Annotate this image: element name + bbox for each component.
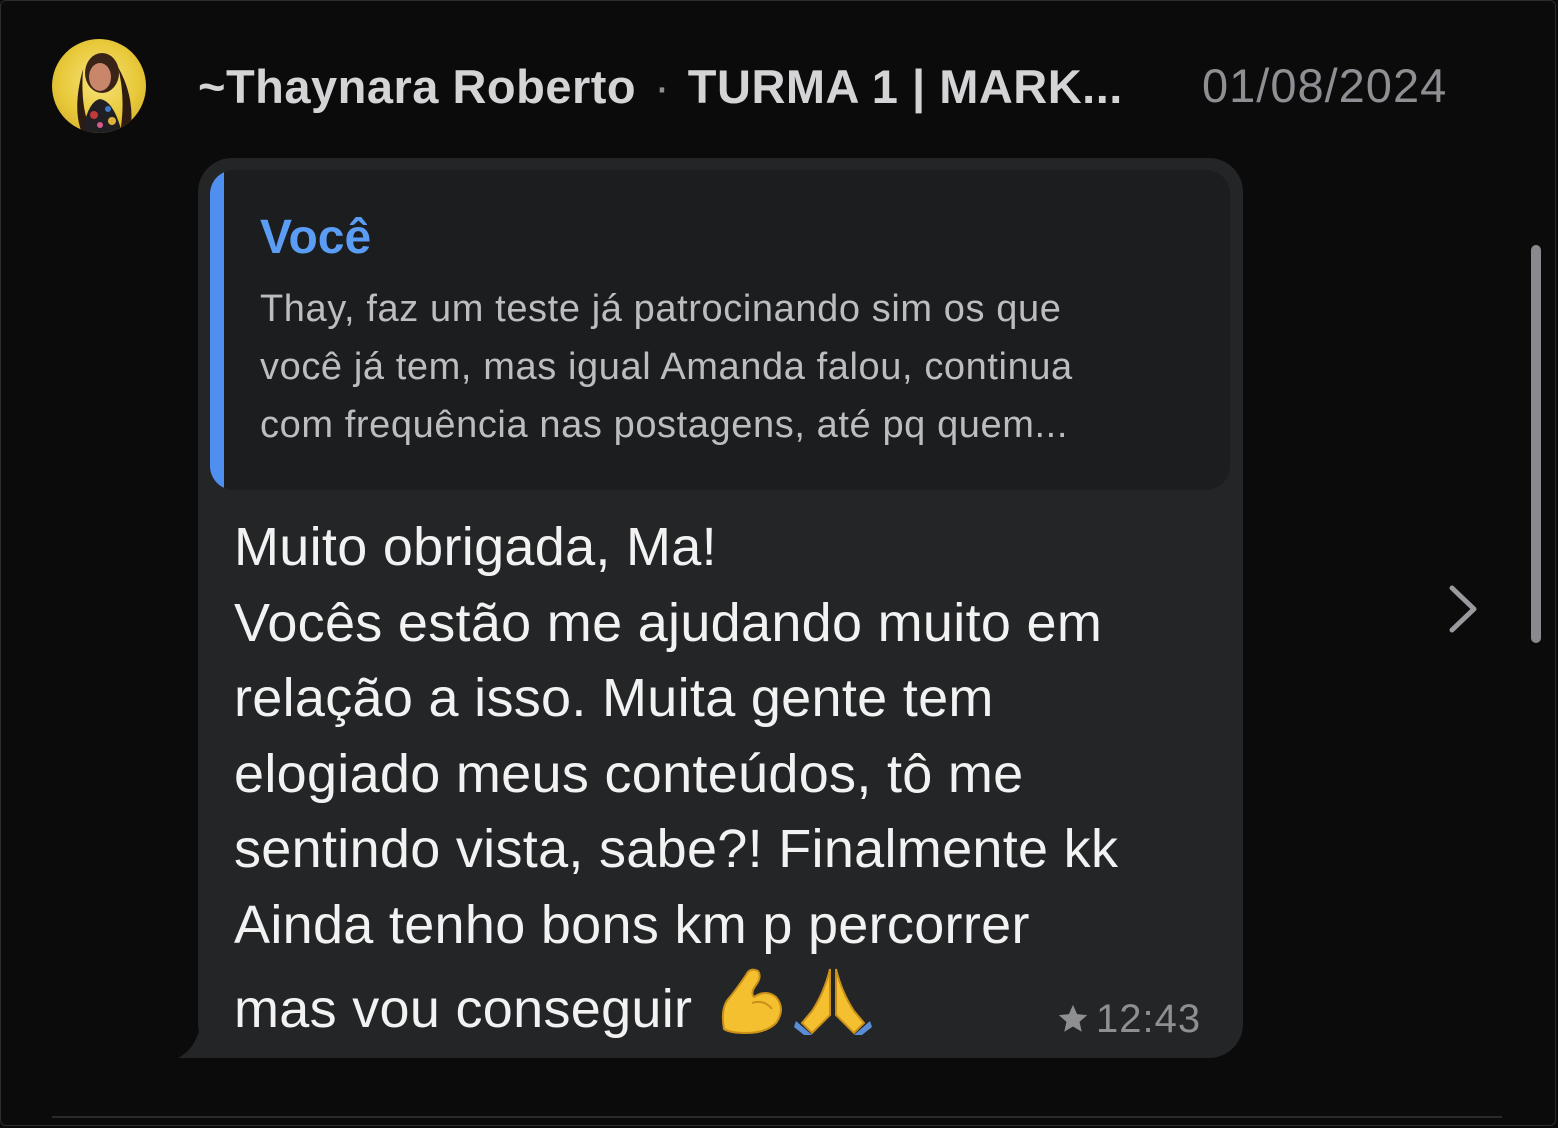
avatar-photo xyxy=(77,53,132,133)
message-line: Muito obrigada, Ma! xyxy=(234,517,717,577)
sender-name[interactable]: ~Thaynara Roberto xyxy=(198,59,636,114)
quote-accent-bar xyxy=(210,170,224,490)
chevron-right-icon[interactable] xyxy=(1444,584,1480,634)
flexed-biceps-emoji xyxy=(716,963,786,1056)
message-line: relação a isso. Muita gente tem xyxy=(234,668,994,728)
header-separator: · xyxy=(654,59,670,113)
avatar[interactable] xyxy=(52,39,146,133)
message-line: mas vou conseguir xyxy=(234,979,693,1039)
divider xyxy=(52,1116,1502,1118)
quote-line: com frequência nas postagens, até pq que… xyxy=(260,404,1068,446)
message-line: elogiado meus conteúdos, tô me xyxy=(234,743,1024,804)
quoted-message[interactable]: Você Thay, faz um teste já patrocinando … xyxy=(210,170,1230,490)
message-date: 01/08/2024 xyxy=(1202,59,1448,112)
message-text: Muito obrigada, Ma! Vocês estão me ajuda… xyxy=(234,510,1214,1056)
message-line: Vocês estão me ajudando muito em xyxy=(234,592,1103,653)
quote-line: Thay, faz um teste já patrocinando sim o… xyxy=(260,288,1062,330)
quote-author: Você xyxy=(260,211,372,264)
group-name[interactable]: TURMA 1 | MARK... xyxy=(688,59,1123,114)
message-meta: 12:43 xyxy=(1056,996,1201,1042)
scrollbar[interactable] xyxy=(1531,245,1541,643)
folded-hands-icon xyxy=(793,968,872,1035)
folded-hands-emoji xyxy=(793,963,872,1056)
message-line: Ainda tenho bons km p percorrer xyxy=(234,894,1030,955)
star-icon xyxy=(1058,1004,1088,1032)
quote-line: você já tem, mas igual Amanda falou, con… xyxy=(260,346,1073,388)
message-line: sentindo vista, sabe?! Finalmente kk xyxy=(234,819,1119,879)
quote-text: Thay, faz um teste já patrocinando sim o… xyxy=(260,280,1220,454)
flexed-biceps-icon xyxy=(721,968,782,1035)
message-time: 12:43 xyxy=(1096,996,1202,1041)
